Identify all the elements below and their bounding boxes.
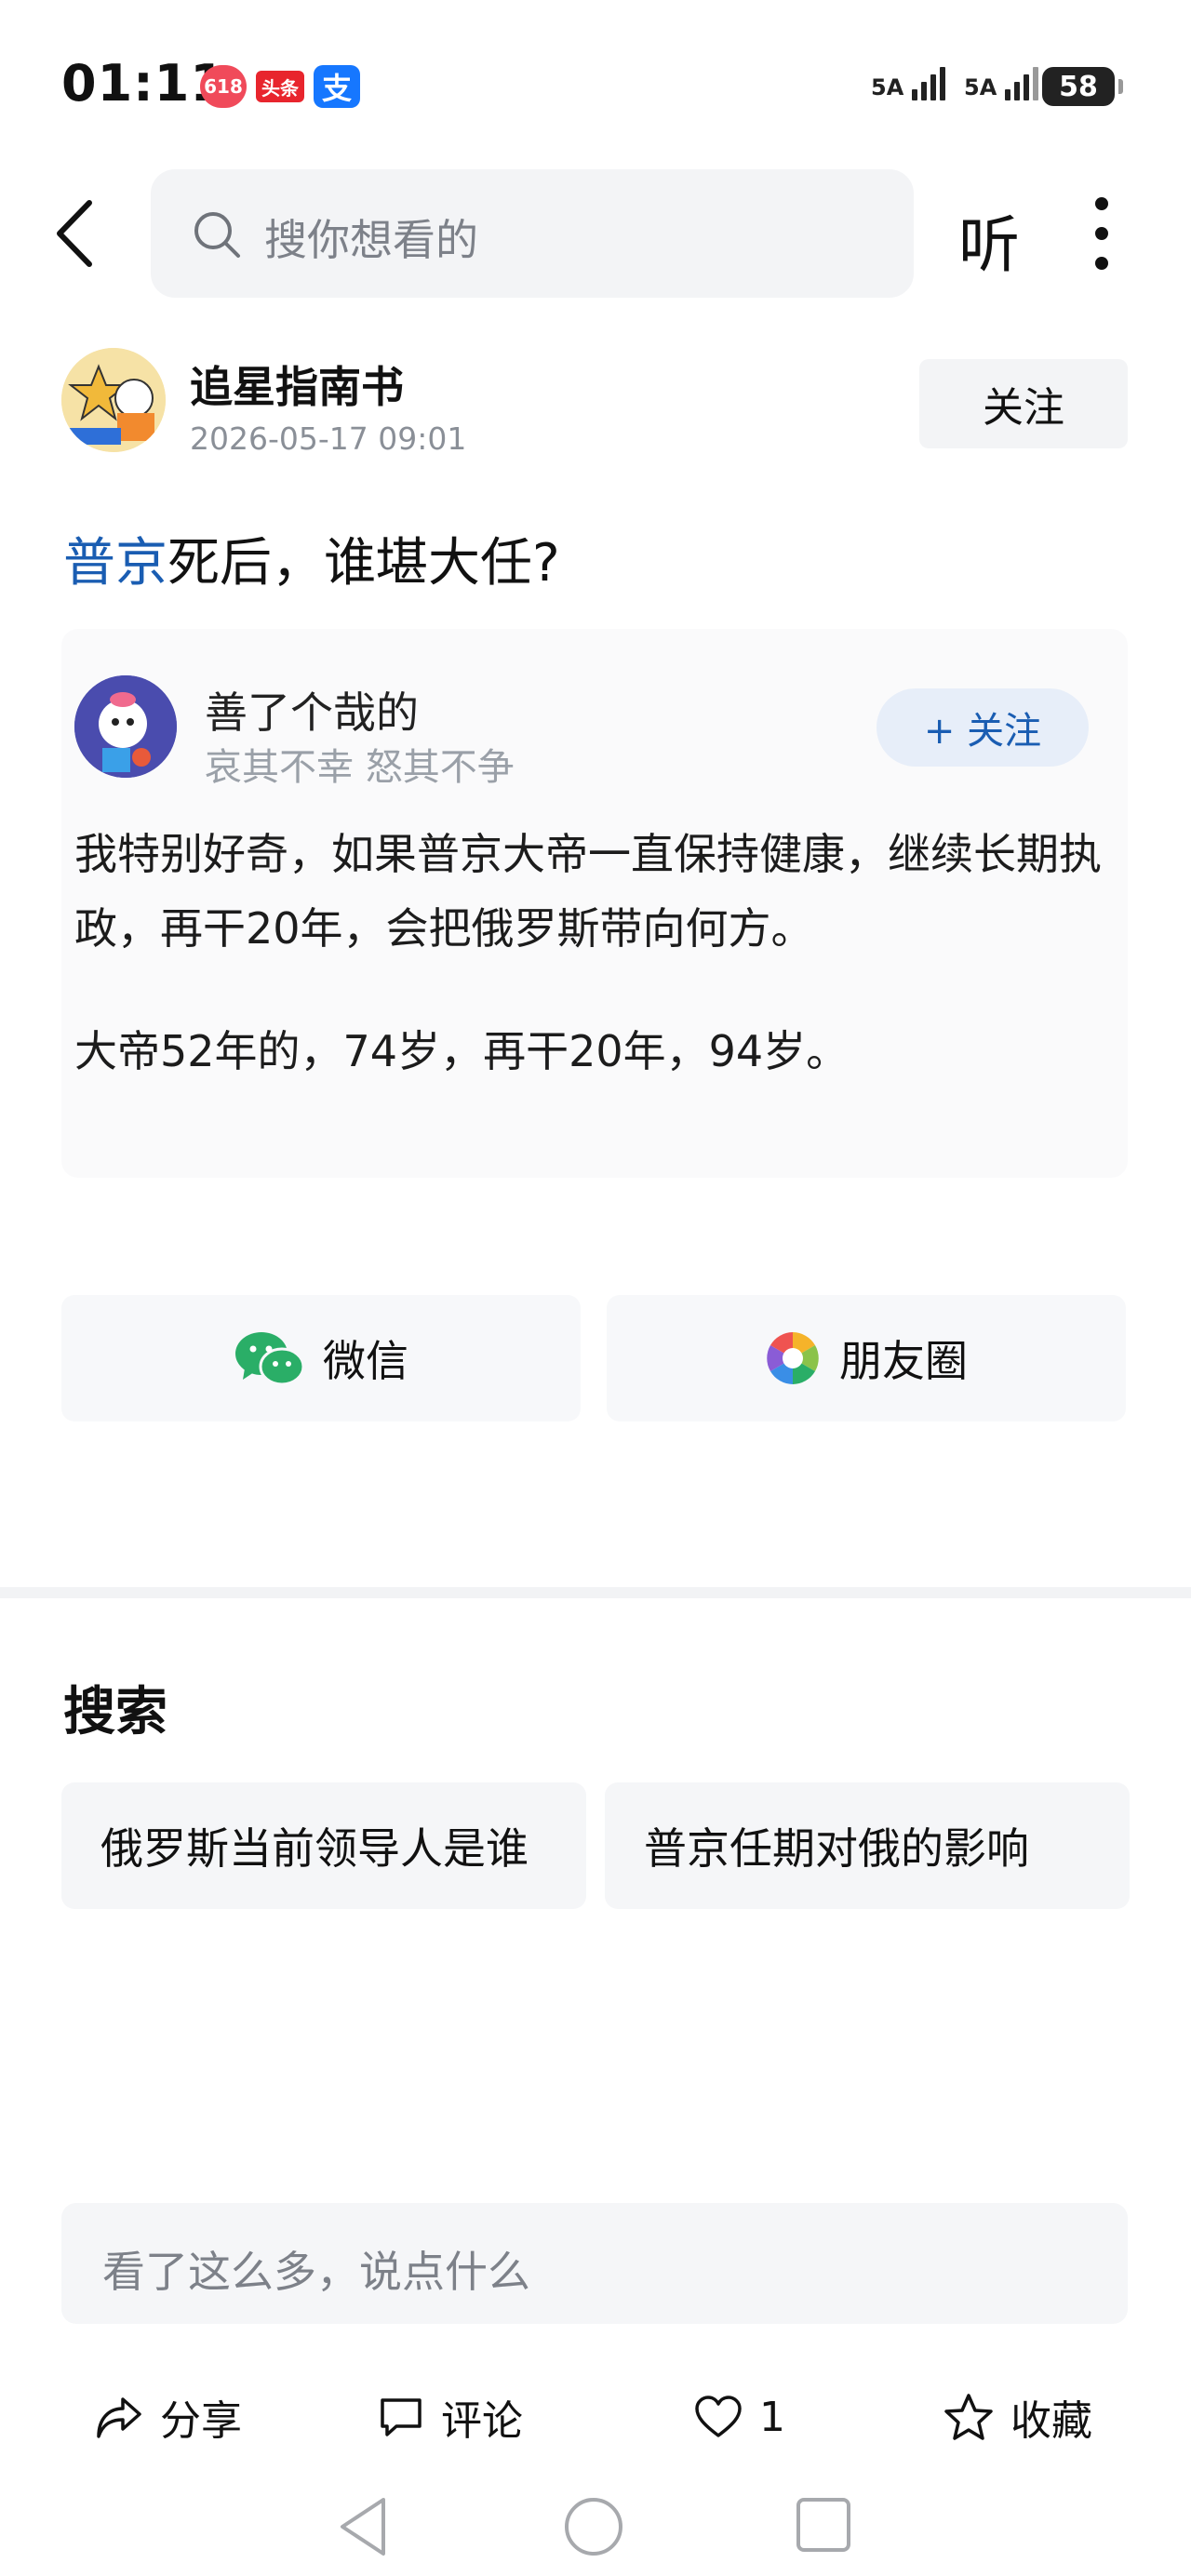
wechat-icon (235, 1332, 304, 1386)
signal-2: 5A (964, 63, 1038, 100)
share-wechat-button[interactable]: 微信 (61, 1295, 581, 1421)
search-icon (194, 212, 240, 258)
signal-1: 5A (871, 63, 945, 100)
quoted-user-signature: 哀其不幸 怒其不争 (205, 746, 515, 789)
quoted-user-avatar[interactable] (74, 675, 177, 778)
quoted-user-name[interactable]: 善了个哉的 (205, 679, 419, 741)
triangle-back-icon (341, 2498, 385, 2556)
share-icon (97, 2397, 141, 2438)
quoted-follow-button[interactable]: + 关注 (877, 688, 1089, 767)
search-section-title: 搜索 (63, 1682, 167, 1742)
like-count: 1 (759, 2393, 785, 2441)
author-name[interactable]: 追星指南书 (190, 354, 404, 415)
moments-icon (767, 1332, 819, 1384)
avatar-image (61, 348, 166, 452)
title-text: 死后，谁堪大任? (167, 533, 560, 594)
nav-back-button[interactable] (337, 2496, 389, 2561)
signal-bars-icon (911, 63, 945, 100)
nav-home-button[interactable] (563, 2496, 624, 2561)
star-icon (944, 2394, 993, 2440)
share-label: 分享 (160, 2397, 242, 2445)
toutiao-icon: 头条 (256, 71, 304, 102)
post-date: 2026-05-17 09:01 (190, 420, 467, 457)
avatar-image (74, 675, 177, 778)
section-divider (0, 1587, 1191, 1598)
heart-icon (695, 2396, 742, 2437)
quoted-paragraph: 我特别好奇，如果普京大帝一直保持健康，继续长期执政，再干20年，会把俄罗斯带向何… (74, 829, 1102, 954)
share-button[interactable]: 分享 (95, 2391, 242, 2445)
back-button[interactable] (52, 197, 102, 270)
favorite-label: 收藏 (1010, 2397, 1092, 2445)
comment-button[interactable]: 评论 (378, 2391, 523, 2445)
search-suggestion[interactable]: 俄罗斯当前领导人是谁 (61, 1782, 586, 1909)
circle-home-icon (565, 2498, 622, 2556)
search-input[interactable]: 搜你想看的 (151, 169, 914, 298)
search-suggestion[interactable]: 普京任期对俄的影响 (605, 1782, 1130, 1909)
alipay-icon: 支 (314, 65, 360, 108)
more-button[interactable] (1091, 197, 1113, 274)
chevron-left-icon (57, 200, 92, 267)
share-moments-button[interactable]: 朋友圈 (607, 1295, 1126, 1421)
search-placeholder: 搜你想看的 (264, 215, 478, 265)
app-618-icon: 618 (200, 65, 247, 108)
battery-indicator: 58 (1042, 67, 1123, 106)
comment-placeholder: 看了这么多，说点什么 (102, 2247, 530, 2297)
quoted-paragraph: 大帝52年的，74岁，再干20年，94岁。 (74, 1026, 850, 1076)
follow-button[interactable]: 关注 (919, 359, 1128, 448)
listen-button[interactable]: 听 (958, 195, 1020, 285)
author-avatar[interactable] (61, 348, 166, 452)
more-vertical-icon (1091, 197, 1113, 270)
comment-icon (381, 2398, 422, 2436)
like-button[interactable]: 1 (694, 2391, 785, 2443)
signal-bars-icon (1004, 63, 1038, 100)
title-link[interactable]: 普京 (63, 533, 167, 594)
nav-recents-button[interactable] (795, 2496, 852, 2557)
comment-input[interactable]: 看了这么多，说点什么 (61, 2203, 1128, 2324)
article-title: 普京死后，谁堪大任? (63, 521, 560, 596)
share-wechat-label: 微信 (323, 1336, 408, 1386)
share-moments-label: 朋友圈 (839, 1336, 968, 1386)
favorite-button[interactable]: 收藏 (943, 2391, 1092, 2445)
signal-2-label: 5A (964, 74, 997, 100)
square-recents-icon (796, 2498, 850, 2552)
signal-1-label: 5A (871, 74, 904, 100)
comment-label: 评论 (441, 2397, 523, 2445)
